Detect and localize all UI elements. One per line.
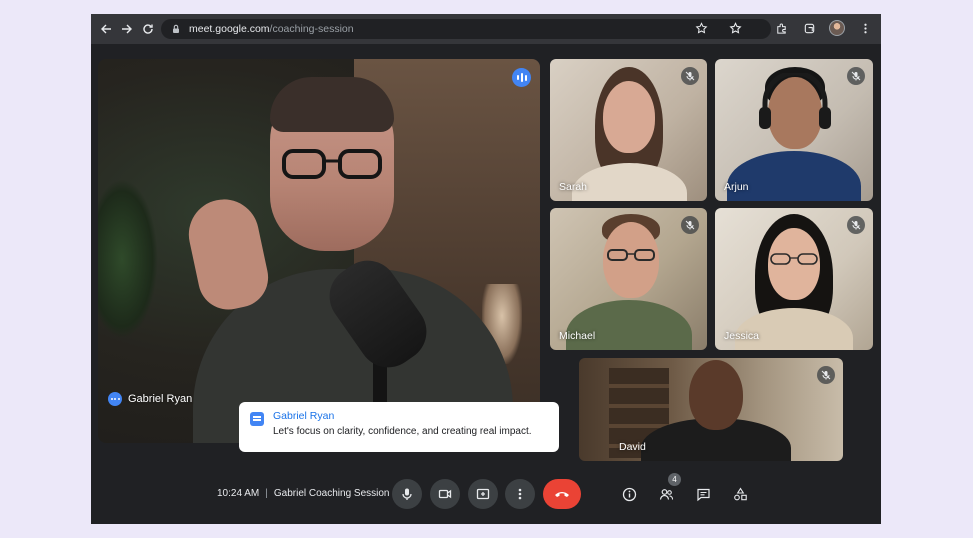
mic-off-icon	[847, 216, 865, 234]
speaker-hair	[270, 77, 394, 132]
lock-icon[interactable]	[171, 24, 181, 34]
speaker-glasses	[282, 149, 382, 179]
speaker-hand	[182, 192, 274, 316]
main-speaker-name-tag: Gabriel Ryan	[108, 392, 192, 406]
participant-tile-david[interactable]: David	[579, 358, 843, 461]
browser-toolbar: meet.google.com/coaching-session	[91, 14, 881, 44]
back-arrow-icon[interactable]	[97, 20, 115, 38]
chat-icon	[696, 488, 710, 501]
participant-glasses	[607, 249, 655, 261]
meeting-separator: |	[265, 488, 268, 499]
meeting-controls-bar: 10:24 AM | Gabriel Coaching Session 4	[91, 469, 881, 524]
url-path: /coaching-session	[269, 23, 354, 35]
address-bar[interactable]: meet.google.com/coaching-session	[161, 19, 771, 39]
mic-off-icon	[817, 366, 835, 384]
caption-text: Let's focus on clarity, confidence, and …	[273, 426, 532, 437]
bookmark-star-icon[interactable]	[727, 20, 743, 36]
background-plant	[98, 179, 158, 339]
meeting-time: 10:24 AM	[217, 488, 260, 499]
main-speaker-name: Gabriel Ryan	[128, 393, 193, 405]
meeting-info-button[interactable]	[617, 482, 641, 506]
url-text: meet.google.com/coaching-session	[189, 23, 354, 35]
present-button[interactable]	[468, 479, 498, 509]
live-caption: Gabriel Ryan Let's focus on clarity, con…	[239, 402, 559, 452]
people-icon	[659, 488, 673, 500]
main-speaker-tile[interactable]: Gabriel Ryan	[98, 59, 540, 443]
tab-search-icon[interactable]	[801, 20, 817, 36]
participant-tile-sarah[interactable]: Sarah	[550, 59, 707, 201]
headphones	[759, 73, 831, 129]
browser-window: meet.google.com/coaching-session Gabriel…	[91, 14, 881, 524]
toolbar-actions	[693, 20, 873, 36]
participant-name: Jessica	[724, 330, 760, 342]
participant-tile-arjun[interactable]: Arjun	[715, 59, 873, 201]
participant-face	[689, 360, 743, 430]
microphone-button[interactable]	[392, 479, 422, 509]
hangup-icon	[555, 492, 569, 497]
meeting-stage: Gabriel Ryan Gabriel Ryan Let's focus on…	[91, 44, 881, 469]
mic-off-icon	[681, 216, 699, 234]
camera-icon	[438, 489, 452, 499]
forward-arrow-icon[interactable]	[118, 20, 136, 38]
kebab-menu-icon[interactable]	[857, 20, 873, 36]
participant-face	[603, 81, 655, 153]
meeting-info: 10:24 AM | Gabriel Coaching Session	[217, 488, 390, 499]
present-icon	[476, 488, 490, 500]
participant-glasses	[770, 253, 818, 265]
hangup-button[interactable]	[543, 479, 581, 509]
info-icon	[622, 487, 636, 501]
url-host: meet.google.com	[189, 23, 270, 35]
participant-name: Arjun	[724, 181, 749, 193]
caption-speaker: Gabriel Ryan	[273, 410, 335, 422]
activities-button[interactable]	[728, 482, 752, 506]
mic-off-icon	[847, 67, 865, 85]
mic-icon	[402, 488, 412, 500]
reload-icon[interactable]	[139, 20, 157, 38]
activities-icon	[733, 486, 747, 500]
participant-name: Sarah	[559, 181, 588, 193]
participant-tile-michael[interactable]: Michael	[550, 208, 707, 350]
profile-avatar[interactable]	[829, 20, 845, 36]
more-dots-icon[interactable]	[108, 392, 122, 406]
chat-button[interactable]	[691, 482, 715, 506]
participant-tile-jessica[interactable]: Jessica	[715, 208, 873, 350]
lens-icon[interactable]	[693, 20, 709, 36]
extension-icon[interactable]	[773, 20, 789, 36]
mic-off-icon	[681, 67, 699, 85]
more-options-icon	[518, 488, 522, 500]
participant-name: Michael	[559, 330, 596, 342]
speaking-indicator-icon	[512, 68, 531, 87]
camera-button[interactable]	[430, 479, 460, 509]
meeting-title: Gabriel Coaching Session	[273, 488, 390, 499]
more-options-button[interactable]	[505, 479, 535, 509]
caption-icon	[250, 412, 264, 426]
participant-name: David	[619, 441, 646, 453]
people-count-badge: 4	[668, 473, 681, 486]
